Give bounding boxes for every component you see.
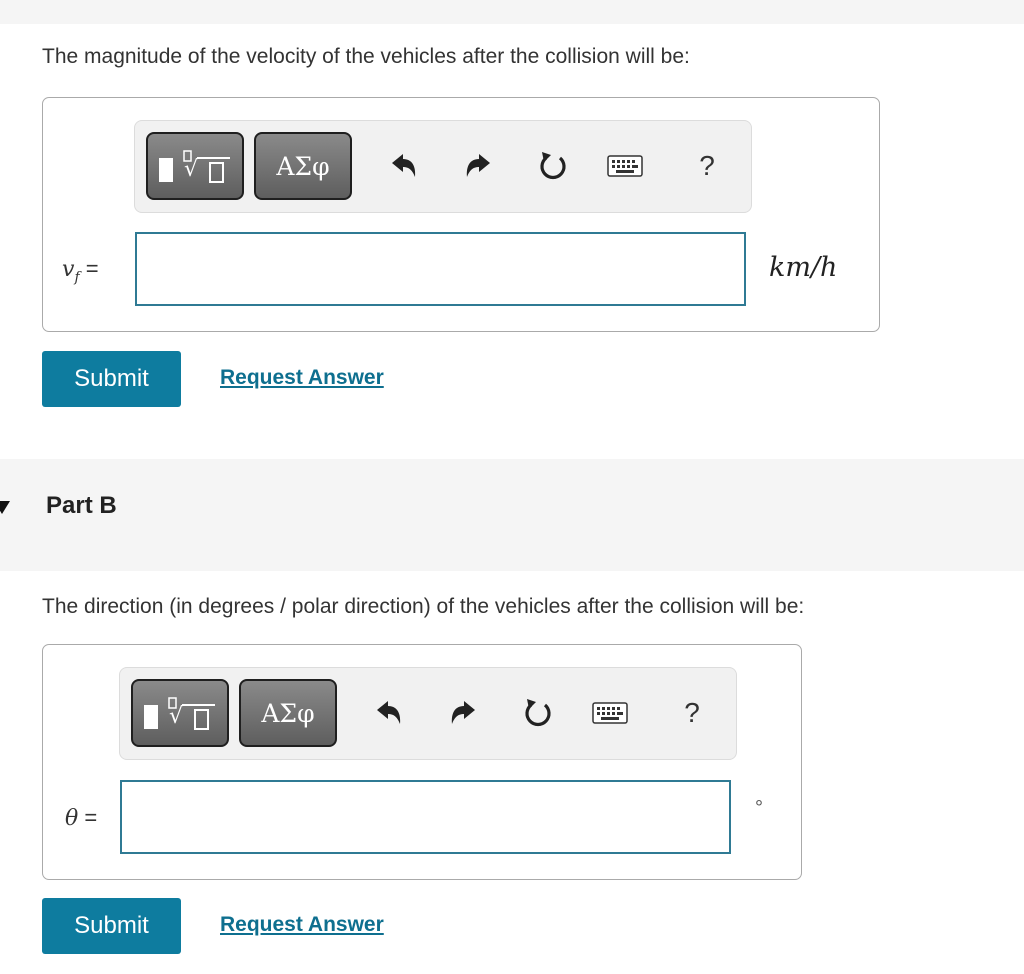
reset-icon	[540, 152, 566, 180]
part-a-answer-box: √ ΑΣφ ? vf = km/h	[42, 97, 880, 332]
greek-symbols-icon: ΑΣφ	[276, 151, 330, 181]
velocity-symbol: v	[62, 257, 75, 282]
math-toolbar: √ ΑΣφ ?	[119, 667, 737, 760]
templates-button[interactable]: √	[146, 132, 244, 200]
redo-button[interactable]	[458, 145, 498, 187]
collapse-caret-icon[interactable]	[0, 501, 10, 514]
help-button[interactable]: ?	[672, 692, 712, 734]
help-icon: ?	[684, 697, 700, 728]
redo-icon	[451, 701, 475, 724]
keyboard-button[interactable]	[605, 145, 645, 187]
templates-icon: √	[144, 697, 215, 730]
part-a-prompt: The magnitude of the velocity of the veh…	[42, 45, 690, 68]
velocity-label: vf =	[62, 256, 99, 285]
keyboard-button[interactable]	[590, 692, 630, 734]
part-b-title: Part B	[46, 492, 117, 519]
part-b-submit-button[interactable]: Submit	[42, 898, 181, 954]
part-a-request-answer-link[interactable]: Request Answer	[220, 366, 384, 390]
templates-button[interactable]: √	[131, 679, 229, 747]
help-icon: ?	[699, 150, 715, 181]
keyboard-icon	[607, 155, 643, 177]
undo-icon	[377, 701, 401, 724]
undo-icon	[392, 154, 416, 177]
part-b-answer-box: √ ΑΣφ ? θ = °	[42, 644, 802, 880]
greek-symbols-button[interactable]: ΑΣφ	[239, 679, 337, 747]
greek-symbols-icon: ΑΣφ	[261, 698, 315, 728]
velocity-subscript: f	[74, 269, 80, 286]
part-b-prompt: The direction (in degrees / polar direct…	[42, 595, 805, 618]
undo-button[interactable]	[369, 692, 409, 734]
theta-symbol: θ	[65, 806, 79, 831]
angle-input[interactable]	[120, 780, 731, 854]
angle-label: θ =	[65, 805, 97, 831]
reset-button[interactable]	[518, 692, 558, 734]
top-band	[0, 0, 1024, 24]
equals-sign: =	[84, 805, 98, 830]
keyboard-icon	[592, 702, 628, 724]
help-button[interactable]: ?	[687, 145, 727, 187]
templates-icon: √	[159, 150, 230, 183]
redo-icon	[466, 154, 490, 177]
reset-icon	[525, 699, 551, 727]
redo-button[interactable]	[443, 692, 483, 734]
part-b-request-answer-link[interactable]: Request Answer	[220, 913, 384, 937]
math-toolbar: √ ΑΣφ ?	[134, 120, 752, 213]
part-a-submit-button[interactable]: Submit	[42, 351, 181, 407]
greek-symbols-button[interactable]: ΑΣφ	[254, 132, 352, 200]
degree-unit: °	[755, 797, 763, 819]
undo-button[interactable]	[384, 145, 424, 187]
velocity-input[interactable]	[135, 232, 746, 306]
reset-button[interactable]	[533, 145, 573, 187]
velocity-unit: km/h	[769, 252, 838, 283]
equals-sign: =	[85, 256, 99, 281]
part-b-header[interactable]: Part B	[0, 459, 1024, 571]
